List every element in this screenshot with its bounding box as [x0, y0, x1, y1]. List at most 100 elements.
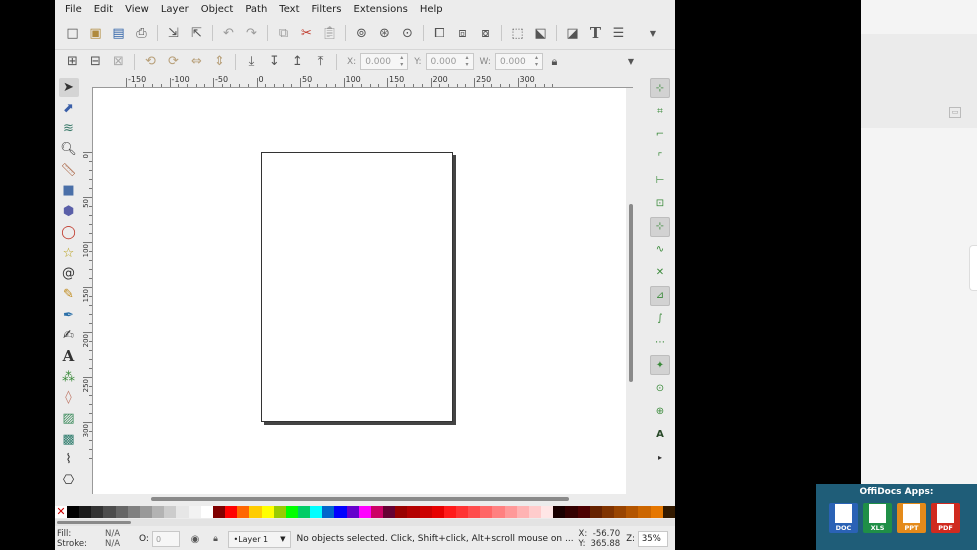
connector-icon[interactable]: ⎔	[59, 471, 79, 490]
color-swatch[interactable]	[456, 506, 469, 518]
color-swatch[interactable]	[565, 506, 578, 518]
snap-more-icon[interactable]: ▸	[650, 448, 670, 468]
x-spinbox[interactable]: 0.000	[360, 53, 409, 70]
color-swatch[interactable]	[601, 506, 615, 518]
color-swatch[interactable]	[395, 506, 408, 518]
color-swatch[interactable]	[528, 506, 542, 518]
snap-path-icon[interactable]: ∿	[650, 240, 670, 260]
zoom-drawing-icon[interactable]: ⊛	[376, 24, 394, 42]
color-swatch[interactable]	[273, 506, 286, 518]
measure-icon[interactable]: 📏︎	[59, 161, 79, 180]
text-icon[interactable]: A	[59, 347, 79, 366]
menu-file[interactable]: File	[59, 4, 88, 15]
print-icon[interactable]: ⎙	[133, 24, 151, 42]
menu-help[interactable]: Help	[414, 4, 449, 15]
color-swatch[interactable]	[553, 506, 566, 518]
selector-icon[interactable]: ➤	[58, 78, 79, 97]
fill-stroke-icon[interactable]: ◪	[564, 24, 582, 42]
color-swatch[interactable]	[370, 506, 384, 518]
zoom-page-icon[interactable]: ⊙	[399, 24, 417, 42]
color-swatch[interactable]	[334, 506, 347, 518]
node-editor-icon[interactable]: ⬈	[59, 99, 79, 118]
color-swatch[interactable]	[516, 506, 529, 518]
bucket-fill-icon[interactable]: ▨	[59, 409, 79, 428]
layers-icon[interactable]: ☰	[610, 24, 628, 42]
pen-icon[interactable]: ✒	[59, 306, 79, 325]
fill-value[interactable]: N/A	[105, 529, 139, 539]
ellipse-icon[interactable]: ◯	[59, 223, 79, 242]
document-page[interactable]	[261, 152, 453, 422]
paste-icon[interactable]: 📋︎	[321, 24, 339, 42]
text-font-icon[interactable]: T	[587, 24, 605, 42]
color-swatch[interactable]	[212, 506, 226, 518]
flip-horizontal-icon[interactable]: ⇔	[188, 53, 206, 71]
horizontal-scrollbar[interactable]	[93, 494, 626, 504]
color-swatch[interactable]	[589, 506, 602, 518]
raise-icon[interactable]: ↥	[289, 53, 307, 71]
more-controls-icon[interactable]: ▼	[622, 53, 640, 71]
color-swatch[interactable]	[662, 506, 675, 518]
open-icon[interactable]: ▣	[87, 24, 105, 42]
w-spinbox[interactable]: 0.000	[494, 53, 543, 70]
duplicate-icon[interactable]: ⧠	[431, 24, 449, 42]
lock-icon[interactable]: 🔒︎	[545, 53, 563, 71]
snap-center-icon[interactable]: ⊙	[650, 378, 670, 398]
color-swatch[interactable]	[358, 506, 371, 518]
color-swatch[interactable]	[297, 506, 311, 518]
pdf-app-button[interactable]: PDF	[931, 503, 960, 533]
snap-intersection-icon[interactable]: ✕	[650, 263, 670, 283]
snap-toggle-icon[interactable]: ⊹	[650, 78, 670, 98]
snap-bbox-midpoint-icon[interactable]: ⊢	[650, 170, 670, 190]
snap-rotation-center-icon[interactable]: ⊕	[650, 401, 670, 421]
color-swatch[interactable]	[79, 506, 92, 518]
menu-text[interactable]: Text	[273, 4, 305, 15]
snap-text-baseline-icon[interactable]: A	[650, 424, 670, 444]
color-swatch[interactable]	[127, 506, 140, 518]
dropper-icon[interactable]: ⌇	[59, 450, 79, 469]
color-swatch[interactable]	[480, 506, 493, 518]
tweak-icon[interactable]: ≋	[59, 119, 79, 138]
color-swatch[interactable]	[346, 506, 359, 518]
color-swatch[interactable]	[614, 506, 627, 518]
layer-selector[interactable]: •Layer 1 ▼	[228, 530, 291, 548]
snap-smooth-node-icon[interactable]: ∫	[650, 309, 670, 329]
flip-vertical-icon[interactable]: ⇕	[211, 53, 229, 71]
star-icon[interactable]: ☆	[59, 244, 79, 263]
horizontal-scrollbar-thumb[interactable]	[151, 497, 569, 501]
gradient-icon[interactable]: ▩	[59, 430, 79, 449]
eraser-icon[interactable]: ◊	[59, 388, 79, 407]
undo-icon[interactable]: ↶	[220, 24, 238, 42]
snap-nodes-icon[interactable]: ⊹	[650, 216, 670, 237]
y-spinbox[interactable]: 0.000	[425, 53, 474, 70]
select-all-icon[interactable]: ⊞	[64, 53, 82, 71]
snap-bbox-corner-icon[interactable]: ⌜	[650, 147, 670, 167]
zoom-icon[interactable]: 🔍︎	[59, 140, 79, 159]
color-swatch[interactable]	[103, 506, 116, 518]
snap-bbox-icon[interactable]: ⌗	[650, 101, 670, 121]
pencil-icon[interactable]: ✎	[59, 285, 79, 304]
color-swatch[interactable]	[249, 506, 262, 518]
menu-filters[interactable]: Filters	[306, 4, 348, 15]
opacity-spinbox[interactable]: 0	[151, 531, 180, 547]
color-swatch[interactable]	[225, 506, 238, 518]
color-swatch[interactable]	[67, 506, 80, 518]
lower-icon[interactable]: ↧	[266, 53, 284, 71]
zoom-spinbox[interactable]: 35%	[637, 531, 668, 547]
select-all-layers-icon[interactable]: ⊟	[87, 53, 105, 71]
color-swatch[interactable]	[200, 506, 213, 518]
deselect-icon[interactable]: ⊠	[110, 53, 128, 71]
zoom-selection-icon[interactable]: ⊚	[353, 24, 371, 42]
import-icon[interactable]: ⇲	[165, 24, 183, 42]
ppt-app-button[interactable]: PPT	[897, 503, 926, 533]
menu-path[interactable]: Path	[239, 4, 273, 15]
side-panel-handle[interactable]	[969, 245, 977, 291]
redo-icon[interactable]: ↷	[243, 24, 261, 42]
cut-icon[interactable]: ✂	[298, 24, 316, 42]
group-icon[interactable]: ⬚	[509, 24, 527, 42]
export-icon[interactable]: ⇱	[188, 24, 206, 42]
menu-view[interactable]: View	[119, 4, 155, 15]
snap-cusp-node-icon[interactable]: ⊿	[650, 285, 670, 306]
snap-line-midpoint-icon[interactable]: ⋯	[650, 332, 670, 352]
visibility-toggle-icon[interactable]: ◉	[186, 530, 204, 548]
color-swatch[interactable]	[443, 506, 456, 518]
